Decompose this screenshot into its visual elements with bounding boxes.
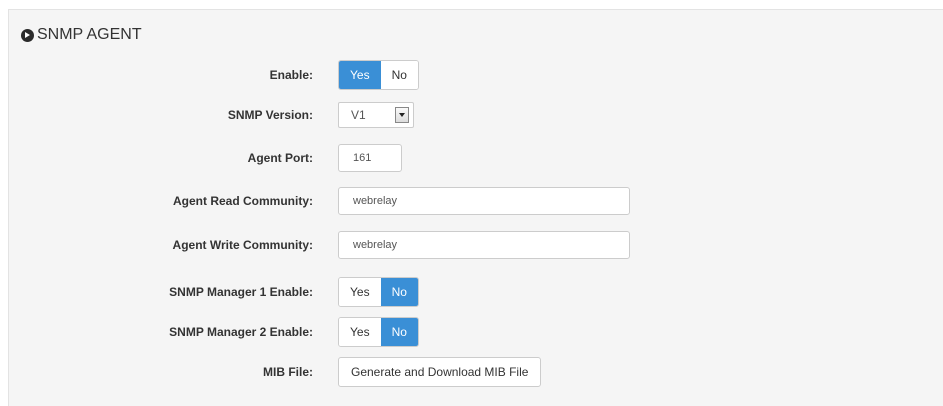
snmp-version-row: SNMP Version: V1 xyxy=(9,99,943,131)
write-community-label: Agent Write Community: xyxy=(172,238,313,252)
agent-port-input[interactable]: 161 xyxy=(338,144,402,172)
mib-file-row: MIB File: Generate and Download MIB File xyxy=(9,356,943,388)
manager1-toggle: Yes No xyxy=(338,277,419,307)
panel-header[interactable]: SNMP AGENT xyxy=(21,26,142,44)
agent-port-row: Agent Port: 161 xyxy=(9,142,943,174)
manager2-toggle: Yes No xyxy=(338,317,419,347)
circle-arrow-right-icon xyxy=(21,28,34,42)
enable-toggle: Yes No xyxy=(338,60,419,90)
manager2-label: SNMP Manager 2 Enable: xyxy=(169,325,313,339)
read-community-input[interactable]: webrelay xyxy=(338,187,630,215)
write-community-row: Agent Write Community: webrelay xyxy=(9,229,943,261)
manager1-yes-option[interactable]: Yes xyxy=(339,278,381,306)
mib-file-label: MIB File: xyxy=(263,365,313,379)
enable-no-option[interactable]: No xyxy=(380,61,418,89)
enable-label: Enable: xyxy=(269,68,313,82)
chevron-down-icon[interactable] xyxy=(395,107,409,123)
snmp-version-select[interactable]: V1 xyxy=(338,102,414,128)
read-community-row: Agent Read Community: webrelay xyxy=(9,185,943,217)
snmp-version-label: SNMP Version: xyxy=(227,108,313,122)
snmp-agent-panel: SNMP AGENT Enable: Yes No SNMP Version: … xyxy=(8,9,943,406)
manager2-row: SNMP Manager 2 Enable: Yes No xyxy=(9,316,943,348)
panel-title: SNMP AGENT xyxy=(37,26,142,43)
write-community-input[interactable]: webrelay xyxy=(338,231,630,259)
enable-yes-option[interactable]: Yes xyxy=(339,61,381,89)
manager1-no-option[interactable]: No xyxy=(380,278,418,306)
manager1-row: SNMP Manager 1 Enable: Yes No xyxy=(9,276,943,308)
snmp-version-value: V1 xyxy=(351,108,366,122)
generate-mib-button[interactable]: Generate and Download MIB File xyxy=(338,357,542,387)
manager2-yes-option[interactable]: Yes xyxy=(339,318,381,346)
enable-row: Enable: Yes No xyxy=(9,59,943,91)
manager1-label: SNMP Manager 1 Enable: xyxy=(169,285,313,299)
manager2-no-option[interactable]: No xyxy=(380,318,418,346)
read-community-label: Agent Read Community: xyxy=(172,194,313,208)
agent-port-label: Agent Port: xyxy=(247,151,313,165)
